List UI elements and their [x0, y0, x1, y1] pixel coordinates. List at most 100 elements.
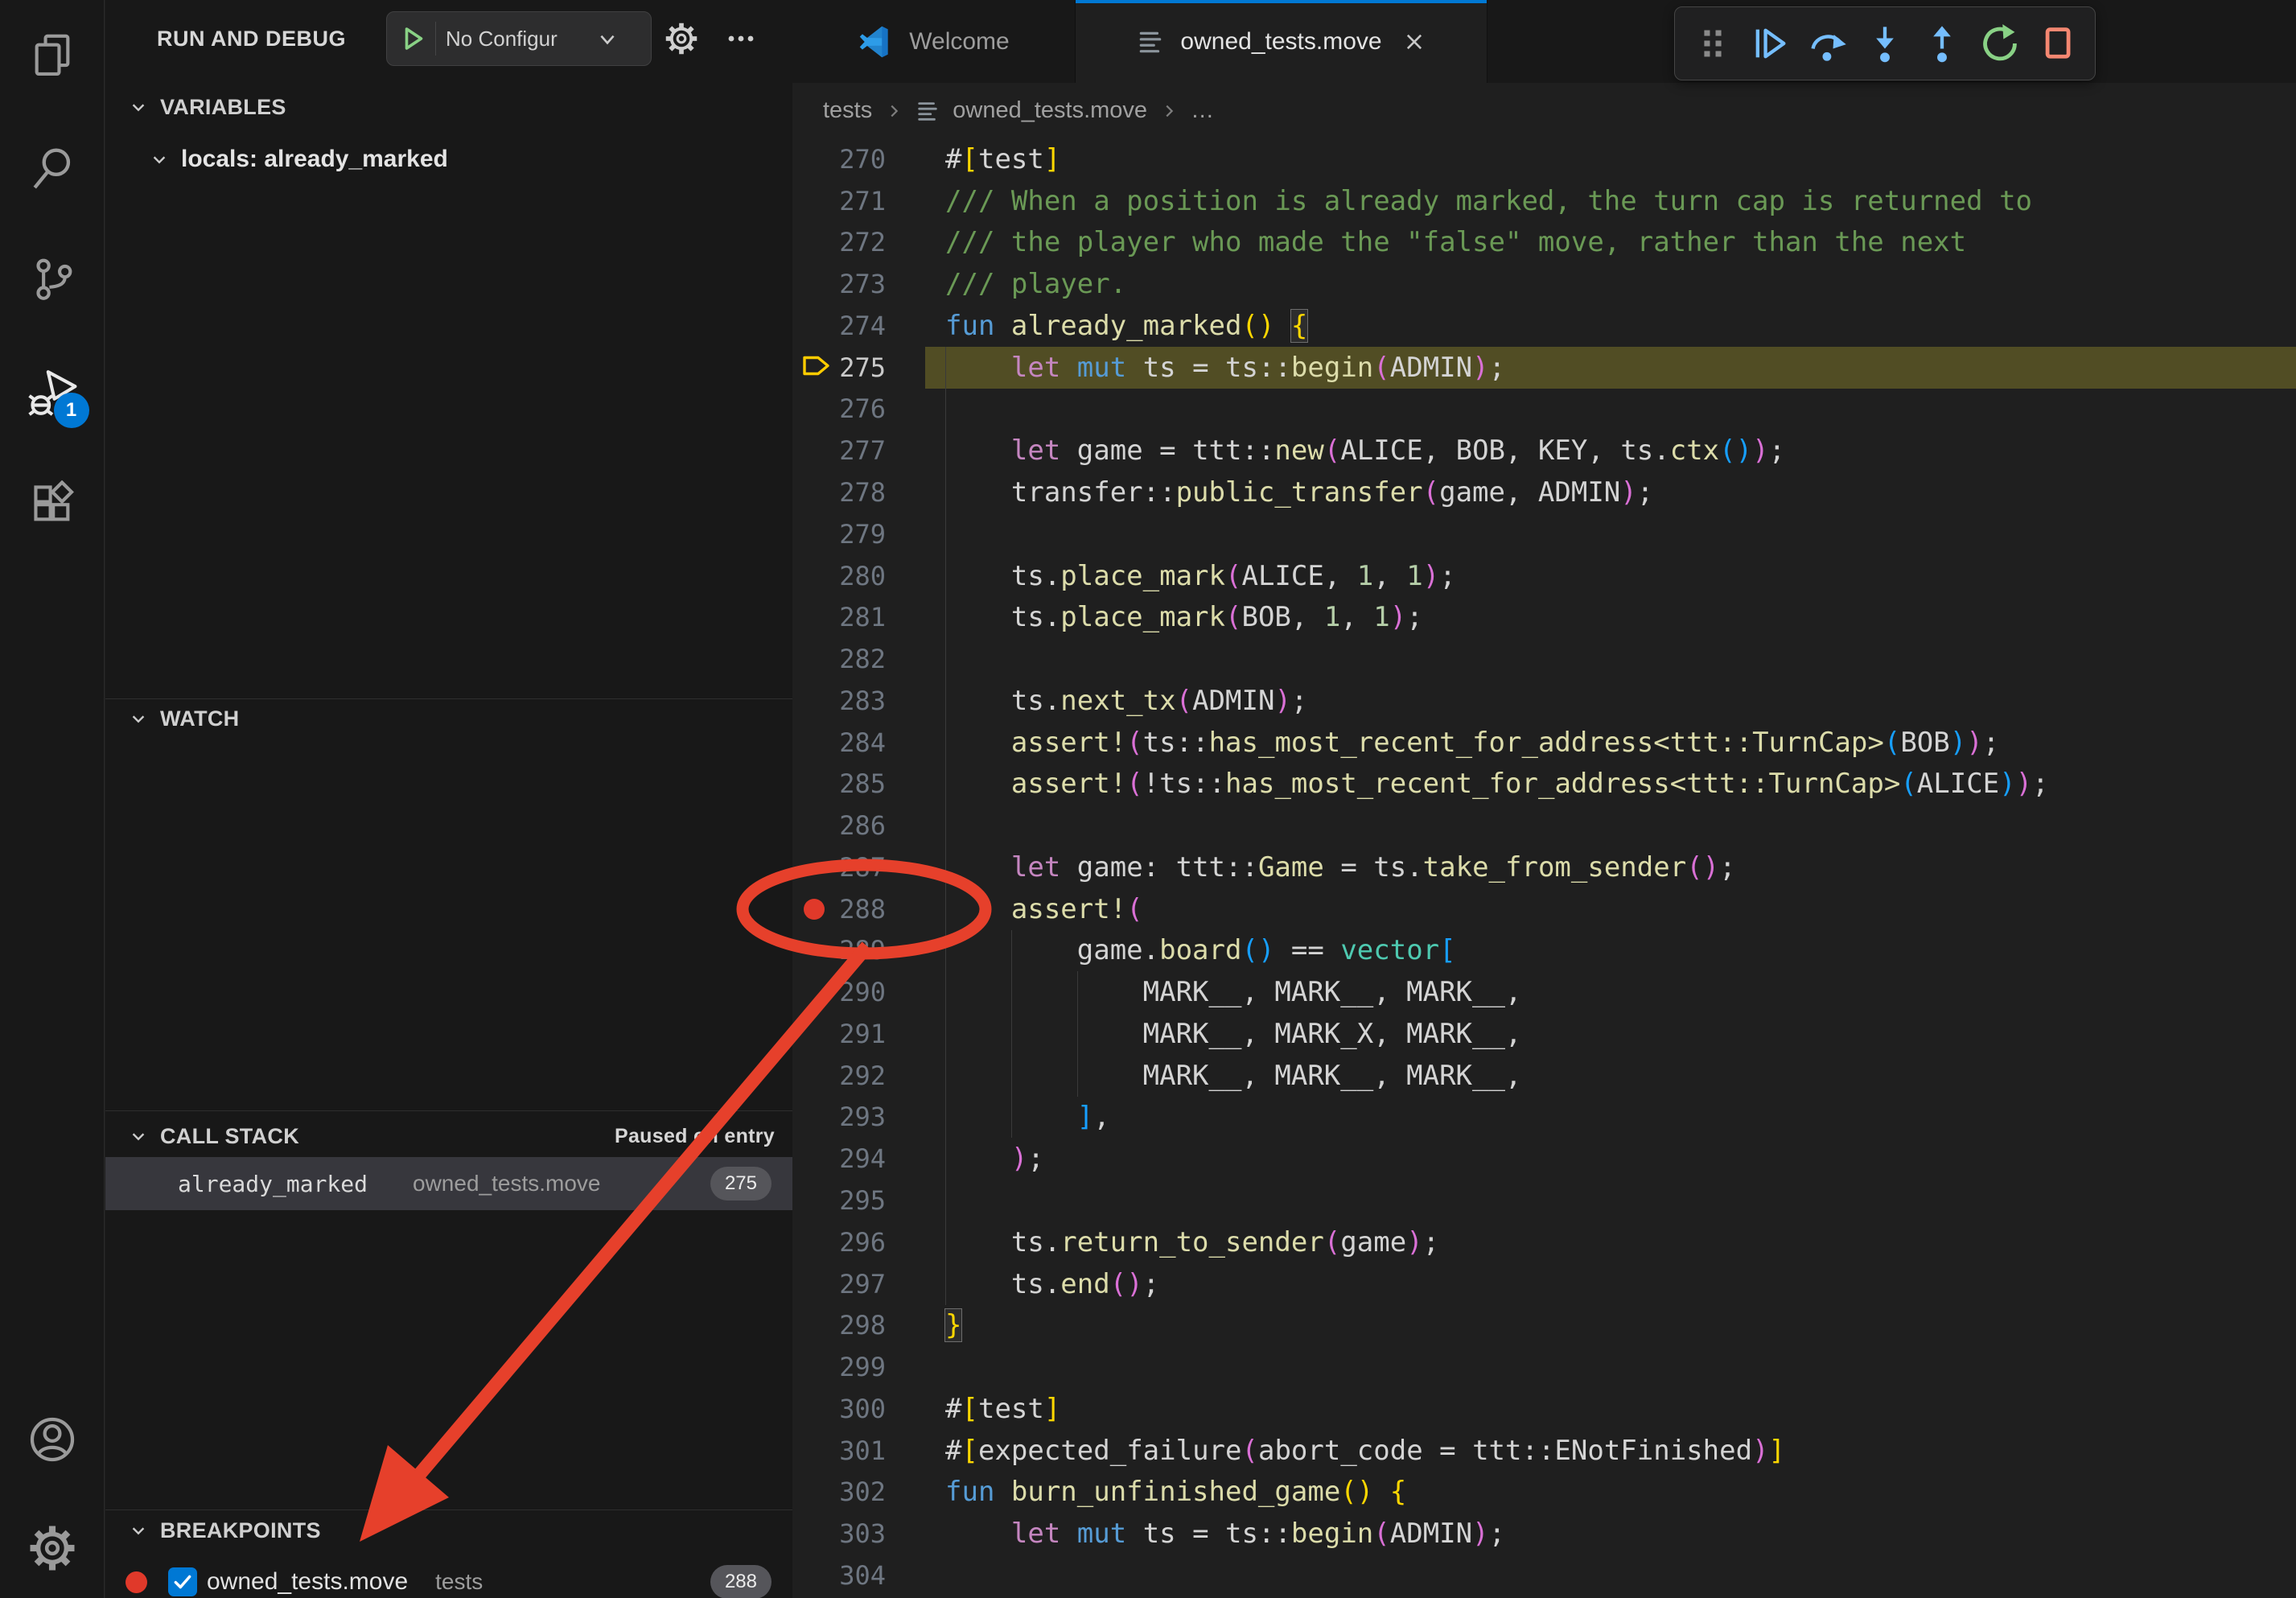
code-text[interactable]: let mut ts = ts::begin(ADMIN);	[925, 1513, 2296, 1555]
gutter[interactable]: 289	[792, 930, 925, 972]
breadcrumb-item[interactable]: owned_tests.move	[953, 97, 1147, 124]
code-line[interactable]: 294 );	[792, 1138, 2296, 1180]
gutter[interactable]: 270	[792, 138, 925, 180]
code-line[interactable]: 285 assert!(!ts::has_most_recent_for_add…	[792, 763, 2296, 805]
gutter[interactable]: 282	[792, 638, 925, 680]
code-line[interactable]: 289 game.board() == vector[	[792, 930, 2296, 972]
gutter[interactable]: 290	[792, 971, 925, 1013]
code-text[interactable]	[925, 638, 2296, 680]
code-line[interactable]: 287 let game: ttt::Game = ts.take_from_s…	[792, 846, 2296, 888]
code-text[interactable]: game.board() == vector[	[925, 930, 2296, 972]
gutter[interactable]: 285	[792, 763, 925, 805]
tab-owned-tests-move[interactable]: owned_tests.move	[1076, 0, 1487, 83]
code-text[interactable]: ts.place_mark(ALICE, 1, 1);	[925, 555, 2296, 597]
settings-gear-icon[interactable]	[23, 1519, 81, 1577]
gutter[interactable]: 279	[792, 513, 925, 555]
restart-icon[interactable]	[1975, 19, 2025, 68]
code-line[interactable]: 291 MARK__, MARK_X, MARK__,	[792, 1013, 2296, 1055]
gutter[interactable]: 283	[792, 680, 925, 722]
code-text[interactable]	[925, 805, 2296, 846]
code-line[interactable]: 299	[792, 1346, 2296, 1388]
run-config-label[interactable]: No Configur	[446, 27, 597, 51]
gutter[interactable]: 288	[792, 888, 925, 930]
breakpoint-item[interactable]: owned_tests.move tests 288	[105, 1558, 792, 1598]
variables-section-header[interactable]: VARIABLES	[105, 89, 792, 125]
code-text[interactable]: ts.next_tx(ADMIN);	[925, 680, 2296, 722]
gutter[interactable]: 287	[792, 846, 925, 888]
stop-icon[interactable]	[2032, 19, 2082, 68]
code-text[interactable]: assert!(!ts::has_most_recent_for_address…	[925, 763, 2296, 805]
gutter[interactable]: 284	[792, 722, 925, 764]
code-line[interactable]: 290 MARK__, MARK__, MARK__,	[792, 971, 2296, 1013]
more-actions-icon[interactable]	[720, 18, 762, 60]
code-line[interactable]: 293 ],	[792, 1097, 2296, 1139]
code-text[interactable]: #[test]	[925, 1388, 2296, 1430]
code-text[interactable]: let mut ts = ts::begin(ADMIN);	[925, 347, 2296, 389]
code-text[interactable]: ts.place_mark(BOB, 1, 1);	[925, 596, 2296, 638]
code-line[interactable]: 270#[test]	[792, 138, 2296, 180]
code-line[interactable]: 275 let mut ts = ts::begin(ADMIN);	[792, 347, 2296, 389]
gutter[interactable]: 286	[792, 805, 925, 846]
toolbar-drag-handle[interactable]	[1688, 19, 1738, 68]
code-line[interactable]: 297 ts.end();	[792, 1263, 2296, 1305]
breadcrumb-item[interactable]: …	[1191, 97, 1214, 124]
code-line[interactable]: 302fun burn_unfinished_game() {	[792, 1472, 2296, 1514]
code-line[interactable]: 301#[expected_failure(abort_code = ttt::…	[792, 1430, 2296, 1472]
gutter[interactable]: 299	[792, 1346, 925, 1388]
gutter[interactable]: 271	[792, 180, 925, 222]
code-line[interactable]: 288 assert!(	[792, 888, 2296, 930]
code-text[interactable]	[925, 513, 2296, 555]
code-text[interactable]: );	[925, 1138, 2296, 1180]
code-line[interactable]: 298}	[792, 1304, 2296, 1346]
code-line[interactable]: 277 let game = ttt::new(ALICE, BOB, KEY,…	[792, 430, 2296, 472]
run-config-control[interactable]: No Configur	[386, 11, 652, 66]
code-text[interactable]: assert!(ts::has_most_recent_for_address<…	[925, 722, 2296, 764]
code-line[interactable]: 303 let mut ts = ts::begin(ADMIN);	[792, 1513, 2296, 1555]
code-text[interactable]	[925, 1180, 2296, 1221]
gutter[interactable]: 294	[792, 1138, 925, 1180]
step-over-icon[interactable]	[1803, 19, 1853, 68]
gutter[interactable]: 278	[792, 472, 925, 513]
call-stack-frame[interactable]: already_marked owned_tests.move 275	[105, 1157, 792, 1210]
close-tab-icon[interactable]	[1403, 31, 1426, 53]
gutter[interactable]: 291	[792, 1013, 925, 1055]
code-line[interactable]: 304	[792, 1555, 2296, 1596]
gutter[interactable]: 297	[792, 1263, 925, 1305]
gutter[interactable]: 273	[792, 263, 925, 305]
code-text[interactable]: #[test]	[925, 138, 2296, 180]
gutter[interactable]: 280	[792, 555, 925, 597]
code-line[interactable]: 276	[792, 389, 2296, 430]
code-text[interactable]: ts.end();	[925, 1263, 2296, 1305]
breakpoint-checkbox[interactable]	[168, 1567, 197, 1596]
code-line[interactable]: 271/// When a position is already marked…	[792, 180, 2296, 222]
tab-welcome[interactable]: Welcome	[792, 0, 1076, 83]
code-text[interactable]	[925, 1346, 2296, 1388]
code-line[interactable]: 283 ts.next_tx(ADMIN);	[792, 680, 2296, 722]
gutter[interactable]: 292	[792, 1055, 925, 1097]
call-stack-section-header[interactable]: CALL STACK Paused on entry	[105, 1118, 792, 1154]
breakpoints-section-header[interactable]: BREAKPOINTS	[105, 1513, 792, 1548]
gutter[interactable]: 277	[792, 430, 925, 472]
code-line[interactable]: 300#[test]	[792, 1388, 2296, 1430]
gutter[interactable]: 302	[792, 1472, 925, 1514]
continue-icon[interactable]	[1745, 19, 1795, 68]
gutter[interactable]: 298	[792, 1304, 925, 1346]
code-text[interactable]: fun burn_unfinished_game() {	[925, 1472, 2296, 1514]
code-text[interactable]: assert!(	[925, 888, 2296, 930]
gutter[interactable]: 296	[792, 1221, 925, 1263]
code-line[interactable]: 272/// the player who made the "false" m…	[792, 222, 2296, 264]
variables-locals-scope[interactable]: locals: already_marked	[150, 142, 448, 177]
step-into-icon[interactable]	[1860, 19, 1910, 68]
extensions-icon[interactable]	[23, 475, 81, 533]
code-text[interactable]: fun already_marked() {	[925, 305, 2296, 347]
code-text[interactable]: #[expected_failure(abort_code = ttt::ENo…	[925, 1430, 2296, 1472]
code-text[interactable]: MARK__, MARK_X, MARK__,	[925, 1013, 2296, 1055]
code-text[interactable]	[925, 1555, 2296, 1596]
run-and-debug-icon[interactable]: 1	[23, 364, 81, 422]
gutter[interactable]: 301	[792, 1430, 925, 1472]
code-line[interactable]: 278 transfer::public_transfer(game, ADMI…	[792, 472, 2296, 513]
code-text[interactable]: ],	[925, 1097, 2296, 1139]
gutter[interactable]: 300	[792, 1388, 925, 1430]
debug-settings-gear-icon[interactable]	[660, 18, 702, 60]
gutter[interactable]: 281	[792, 596, 925, 638]
